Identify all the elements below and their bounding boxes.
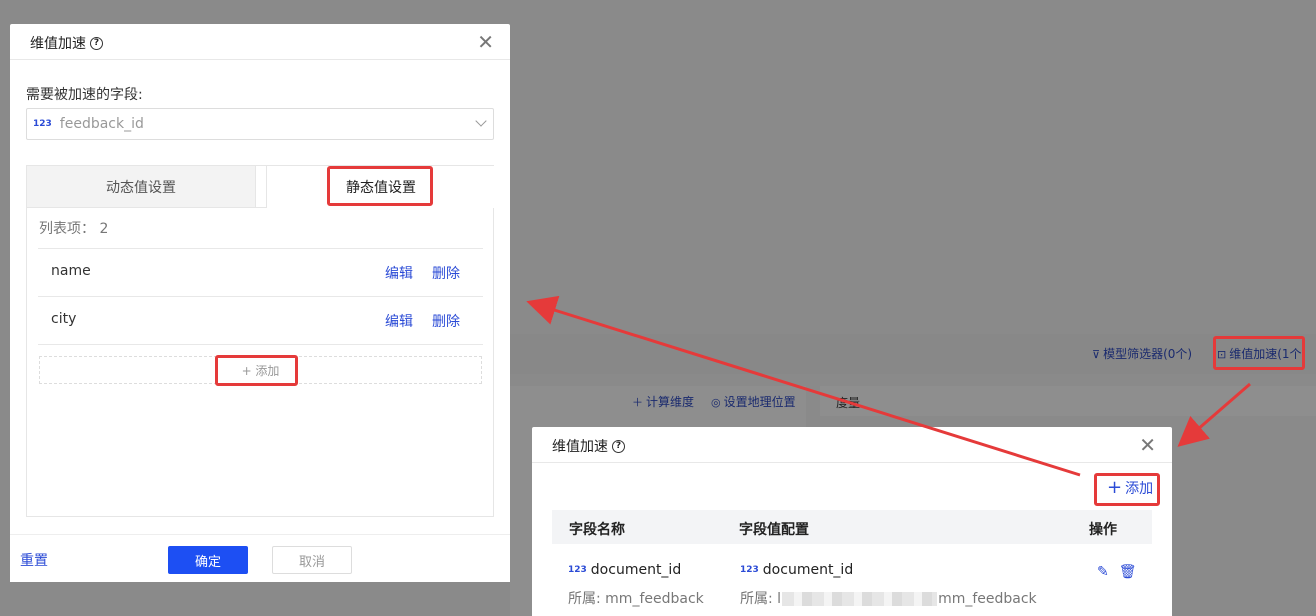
close-icon[interactable]: ✕ bbox=[477, 32, 494, 52]
list-count: 列表项： 2 bbox=[39, 218, 108, 238]
edit-link[interactable]: 编辑 bbox=[385, 263, 413, 283]
calc-dim-button[interactable]: ＋计算维度 bbox=[632, 393, 694, 410]
close-icon[interactable]: ✕ bbox=[1139, 435, 1156, 455]
field-owner-value: mm_feedback bbox=[605, 591, 704, 607]
field-name-cell: 123 document_id bbox=[568, 562, 681, 578]
list-item: name 编辑 删除 bbox=[38, 248, 483, 296]
confirm-button[interactable]: 确定 bbox=[168, 546, 248, 574]
field-label: 需要被加速的字段: bbox=[26, 87, 143, 103]
number-type-icon: 123 bbox=[568, 565, 587, 575]
list-count-label: 列表项： bbox=[39, 221, 95, 237]
value-owner-end: mm_feedback bbox=[938, 591, 1037, 607]
list-item: city 编辑 删除 bbox=[38, 296, 483, 344]
edit-link[interactable]: 编辑 bbox=[385, 311, 413, 331]
reset-button[interactable]: 重置 bbox=[20, 550, 48, 570]
tab-gap bbox=[256, 166, 266, 208]
calc-dim-label: 计算维度 bbox=[646, 395, 695, 409]
field-name: document_id bbox=[590, 562, 682, 578]
dim-accel-list-dialog: 维值加速 ? ✕ + 添加 字段名称 字段值配置 操作 123 document… bbox=[532, 427, 1172, 616]
set-geo-label: 设置地理位置 bbox=[723, 395, 796, 409]
tab-dynamic[interactable]: 动态值设置 bbox=[27, 166, 256, 208]
model-filter-label: 模型筛选器(0个) bbox=[1103, 347, 1193, 361]
dialog-title: 维值加速 ? bbox=[30, 33, 103, 53]
number-type-icon: 123 bbox=[740, 565, 759, 575]
list-divider bbox=[38, 344, 483, 345]
dialog-header: 维值加速 ? ✕ bbox=[532, 427, 1172, 463]
help-icon[interactable]: ? bbox=[612, 439, 625, 453]
highlight-dim-accel bbox=[1213, 336, 1305, 370]
filter-icon: ⊽ bbox=[1092, 348, 1101, 361]
value-owner-start: l bbox=[777, 591, 782, 607]
background-toolbar bbox=[510, 334, 1316, 374]
trash-icon[interactable]: 🗑 bbox=[1119, 564, 1137, 580]
metrics-panel bbox=[820, 386, 1316, 416]
plus-icon: ＋ bbox=[632, 396, 643, 409]
set-geo-button[interactable]: ◎ 设置地理位置 bbox=[711, 393, 796, 410]
dialog-header: 维值加速 ? ✕ bbox=[10, 24, 510, 60]
edit-icon[interactable]: ✎ bbox=[1097, 564, 1109, 580]
column-header: 字段名称 bbox=[569, 522, 625, 538]
list-count-value: 2 bbox=[99, 221, 109, 237]
dialog-footer: 重置 确定 取消 bbox=[10, 534, 510, 582]
number-type-icon: 123 bbox=[33, 119, 52, 129]
belongs-label: 所属: bbox=[740, 591, 773, 607]
redacted-blur bbox=[782, 592, 938, 606]
value-owner: 所属: l mm_feedback bbox=[740, 588, 1037, 608]
value-settings-tabs: 动态值设置 静态值设置 列表项： 2 name 编辑 删除 city 编辑 删除… bbox=[26, 165, 495, 517]
belongs-label: 所属: bbox=[568, 591, 601, 607]
column-header: 字段值配置 bbox=[739, 522, 809, 538]
dialog-title-text: 维值加速 bbox=[552, 439, 608, 455]
highlight-static-tab bbox=[327, 166, 433, 206]
table-header: 字段名称 字段值配置 操作 bbox=[552, 510, 1152, 544]
location-icon: ◎ bbox=[711, 396, 721, 409]
help-icon[interactable]: ? bbox=[90, 36, 103, 50]
metrics-label: 度量 bbox=[836, 396, 861, 410]
chevron-down-icon bbox=[475, 115, 487, 127]
value-config-cell: 123 document_id bbox=[740, 562, 853, 578]
cancel-button[interactable]: 取消 bbox=[272, 546, 352, 574]
column-header: 操作 bbox=[1089, 522, 1117, 538]
list-item-name: city bbox=[51, 311, 77, 327]
dialog-title: 维值加速 ? bbox=[552, 436, 625, 456]
highlight-add-item bbox=[215, 355, 298, 386]
field-select[interactable]: 123 feedback_id bbox=[26, 108, 494, 140]
delete-link[interactable]: 删除 bbox=[432, 263, 460, 283]
dim-accel-edit-dialog: 维值加速 ? ✕ 需要被加速的字段: 123 feedback_id 动态值设置… bbox=[10, 24, 510, 582]
row-actions: ✎ 🗑 bbox=[1097, 564, 1137, 580]
list-item-name: name bbox=[51, 263, 91, 279]
dialog-title-text: 维值加速 bbox=[30, 36, 86, 52]
delete-link[interactable]: 删除 bbox=[432, 311, 460, 331]
field-select-value: feedback_id bbox=[59, 116, 144, 132]
highlight-add-button bbox=[1094, 473, 1160, 506]
field-owner: 所属: mm_feedback bbox=[568, 588, 704, 608]
model-filter-button[interactable]: ⊽ 模型筛选器(0个) bbox=[1092, 345, 1192, 362]
value-field-name: document_id bbox=[762, 562, 854, 578]
